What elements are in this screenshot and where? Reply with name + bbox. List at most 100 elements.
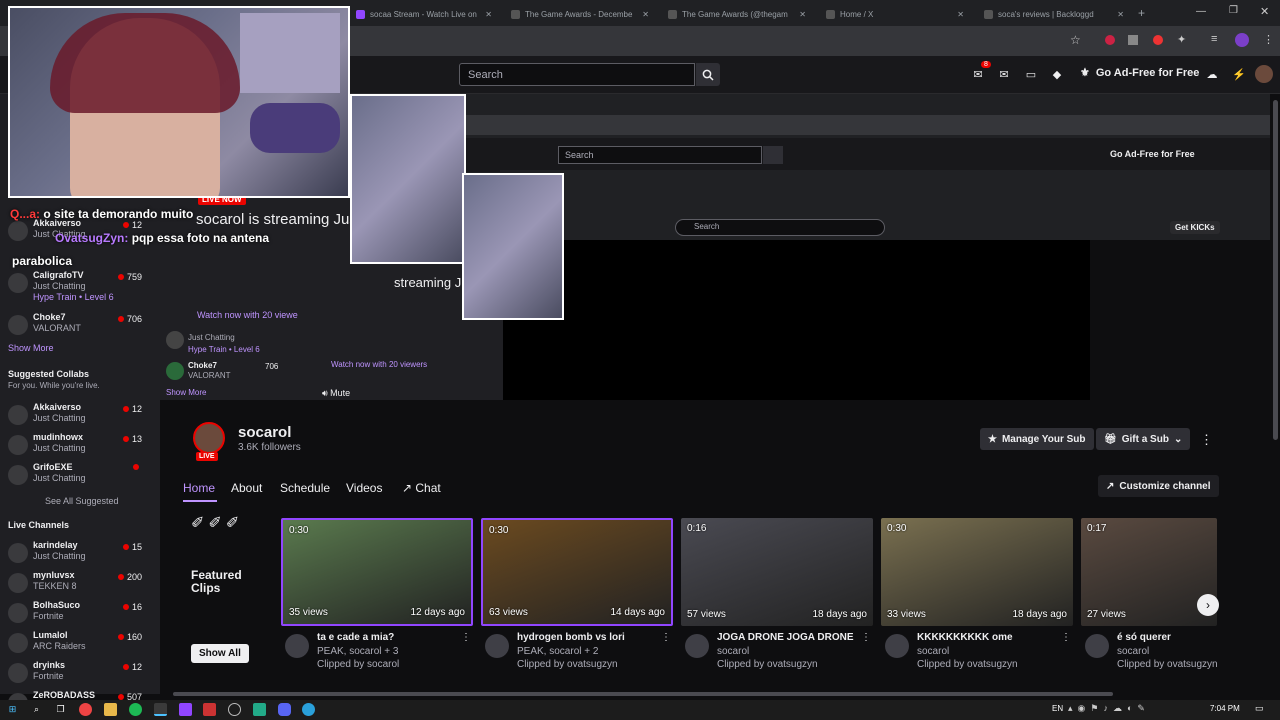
more-options-icon[interactable]: ⋮ bbox=[1061, 632, 1071, 643]
clip-title[interactable]: JOGA DRONE JOGA DRONE bbox=[717, 632, 854, 643]
clip-title[interactable]: KKKKKKKKKK ome bbox=[917, 632, 1013, 643]
close-window-icon[interactable]: ✕ bbox=[1260, 5, 1269, 18]
clip-avatar[interactable] bbox=[1085, 634, 1109, 658]
search-input[interactable]: Search bbox=[459, 63, 695, 86]
clip-avatar[interactable] bbox=[485, 634, 509, 658]
clip-thumbnail[interactable]: 0:16 57 views 18 days ago bbox=[681, 518, 873, 626]
manage-sub-button[interactable]: ★ Manage Your Sub bbox=[980, 428, 1094, 450]
puzzle-icon[interactable]: ✦ bbox=[1177, 33, 1186, 46]
more-options-icon[interactable]: ⋮ bbox=[861, 632, 871, 643]
browser-tab[interactable]: The Game Awards (@thegam ✕ bbox=[662, 4, 812, 24]
more-options-icon[interactable]: ⋮ bbox=[461, 632, 471, 643]
channel-tab-videos[interactable]: Videos bbox=[346, 481, 382, 495]
channel-tab-about[interactable]: About bbox=[231, 481, 262, 495]
clip-title[interactable]: hydrogen bomb vs lori bbox=[517, 632, 625, 643]
notification-icon[interactable]: ▭ bbox=[1255, 703, 1264, 714]
browser-tab[interactable]: socaa Stream - Watch Live on ✕ bbox=[350, 4, 498, 24]
search-button[interactable] bbox=[696, 63, 720, 86]
clip-thumbnail[interactable]: 0:30 63 views 14 days ago bbox=[481, 518, 673, 626]
user-avatar[interactable] bbox=[1255, 65, 1273, 83]
clip-category[interactable]: PEAK, socarol + 3 bbox=[317, 646, 398, 657]
cloud-icon[interactable]: ☁ bbox=[1205, 67, 1219, 81]
language-indicator[interactable]: EN bbox=[1052, 704, 1063, 713]
next-arrow-button[interactable]: › bbox=[1197, 594, 1219, 616]
media-icon[interactable]: ≡ bbox=[1211, 33, 1217, 45]
browser-tab[interactable]: Home / X ✕ bbox=[820, 4, 970, 24]
telegram-icon[interactable] bbox=[302, 703, 315, 716]
windows-start-icon[interactable]: ⊞ bbox=[6, 703, 19, 716]
clip-thumbnail[interactable]: 0:30 35 views 12 days ago bbox=[281, 518, 473, 626]
watch-now-link[interactable]: Watch now with 20 viewers bbox=[197, 310, 305, 320]
menu-icon[interactable]: ⋮ bbox=[1263, 33, 1274, 46]
mail-icon[interactable]: ✉ bbox=[997, 67, 1011, 81]
close-tab-icon[interactable]: ✕ bbox=[1117, 10, 1124, 19]
ad-free-button[interactable]: ⚜ Go Ad-Free for Free bbox=[1080, 66, 1199, 80]
close-tab-icon[interactable]: ✕ bbox=[957, 10, 964, 19]
sidebar-channel-item[interactable]: Choke7 VALORANT 706 bbox=[0, 310, 150, 340]
extension-icon[interactable] bbox=[1128, 35, 1138, 45]
inbox-icon[interactable]: ✉ bbox=[971, 67, 985, 81]
extension-icon[interactable] bbox=[1153, 35, 1163, 45]
channel-avatar[interactable] bbox=[193, 422, 225, 454]
sidebar-channel-item[interactable]: Lumalol ARC Raiders 160 bbox=[0, 628, 150, 658]
spotify-icon[interactable] bbox=[129, 703, 142, 716]
clock-app-icon[interactable] bbox=[228, 703, 241, 716]
see-all-suggested-link[interactable]: See All Suggested bbox=[45, 496, 119, 506]
clip-thumbnail[interactable]: 0:17 27 views bbox=[1081, 518, 1217, 626]
new-tab-button[interactable]: + bbox=[1138, 6, 1145, 20]
vertical-scrollbar[interactable] bbox=[1273, 100, 1278, 440]
browser-tab[interactable]: soca's reviews | Backloggd ✕ bbox=[978, 4, 1130, 24]
clip-category[interactable]: socarol bbox=[717, 646, 749, 657]
gift-sub-button[interactable]: 🎁︎ Gift a Sub ⌄ bbox=[1096, 428, 1191, 450]
clip-avatar[interactable] bbox=[285, 634, 309, 658]
nested-show-more[interactable]: Show More bbox=[166, 388, 206, 397]
bits-icon[interactable]: ◆ bbox=[1050, 67, 1064, 81]
extension-icon[interactable] bbox=[1105, 35, 1115, 45]
minimize-icon[interactable]: — bbox=[1196, 6, 1206, 17]
close-tab-icon[interactable]: ✕ bbox=[799, 10, 806, 19]
show-more-link[interactable]: Show More bbox=[8, 343, 54, 353]
chrome-icon[interactable] bbox=[79, 703, 92, 716]
close-tab-icon[interactable]: ✕ bbox=[642, 10, 649, 19]
sidebar-channel-item[interactable]: mynluvsx TEKKEN 8 200 bbox=[0, 568, 150, 598]
profile-avatar[interactable] bbox=[1235, 33, 1249, 47]
prime-icon[interactable]: ⚡ bbox=[1232, 67, 1246, 81]
channel-tab-schedule[interactable]: Schedule bbox=[280, 481, 330, 495]
whispers-icon[interactable]: ▭ bbox=[1024, 67, 1038, 81]
customize-channel-button[interactable]: ↗ Customize channel bbox=[1098, 475, 1219, 497]
search-icon[interactable]: ⌕ bbox=[30, 703, 43, 716]
show-all-button[interactable]: Show All bbox=[191, 644, 249, 663]
mute-button[interactable]: 🔊︎ Mute bbox=[322, 388, 350, 399]
sidebar-channel-item[interactable]: Akkaiverso Just Chatting 12 bbox=[0, 400, 150, 430]
clip-avatar[interactable] bbox=[885, 634, 909, 658]
sidebar-channel-item[interactable]: dryinks Fortnite 12 bbox=[0, 658, 150, 688]
browser-icon[interactable] bbox=[154, 703, 167, 716]
clip-thumbnail[interactable]: 0:30 33 views 18 days ago bbox=[881, 518, 1073, 626]
clip-category[interactable]: PEAK, socarol + 2 bbox=[517, 646, 598, 657]
sidebar-channel-item[interactable]: CaligrafoTV Just Chatting 759 Hype Train • … bbox=[0, 268, 150, 302]
sidebar-channel-item[interactable]: GrifoEXE Just Chatting bbox=[0, 460, 150, 490]
clip-category[interactable]: socarol bbox=[917, 646, 949, 657]
sidebar-channel-item[interactable]: BolhaSuco Fortnite 16 bbox=[0, 598, 150, 628]
more-options-icon[interactable]: ⋮ bbox=[661, 632, 671, 643]
sidebar-channel-item[interactable]: mudinhowx Just Chatting 13 bbox=[0, 430, 150, 460]
clip-title[interactable]: é só querer bbox=[1117, 632, 1171, 643]
tray-icons[interactable]: ▴◉⚑♪☁◐✎ bbox=[1068, 703, 1150, 714]
twitch-icon[interactable] bbox=[179, 703, 192, 716]
close-tab-icon[interactable]: ✕ bbox=[485, 10, 492, 19]
bookmark-star-icon[interactable]: ☆ bbox=[1070, 33, 1081, 47]
horizontal-scrollbar[interactable] bbox=[173, 692, 1113, 696]
channel-tab-home[interactable]: Home bbox=[183, 481, 215, 495]
browser-tab[interactable]: The Game Awards - Decembe ✕ bbox=[505, 4, 655, 24]
channel-tab-chat[interactable]: ↗ Chat bbox=[402, 481, 441, 495]
restore-icon[interactable]: ❐ bbox=[1229, 5, 1238, 16]
discord-icon[interactable] bbox=[278, 703, 291, 716]
app-icon[interactable] bbox=[253, 703, 266, 716]
more-options-icon[interactable]: ⋮ bbox=[1200, 432, 1213, 448]
sidebar-channel-item[interactable]: karindelay Just Chatting 15 bbox=[0, 538, 150, 568]
clip-title[interactable]: ta e cade a mia? bbox=[317, 632, 394, 643]
folder-icon[interactable] bbox=[104, 703, 117, 716]
clip-avatar[interactable] bbox=[685, 634, 709, 658]
clip-category[interactable]: socarol bbox=[1117, 646, 1149, 657]
task-view-icon[interactable]: ❐ bbox=[54, 703, 67, 716]
